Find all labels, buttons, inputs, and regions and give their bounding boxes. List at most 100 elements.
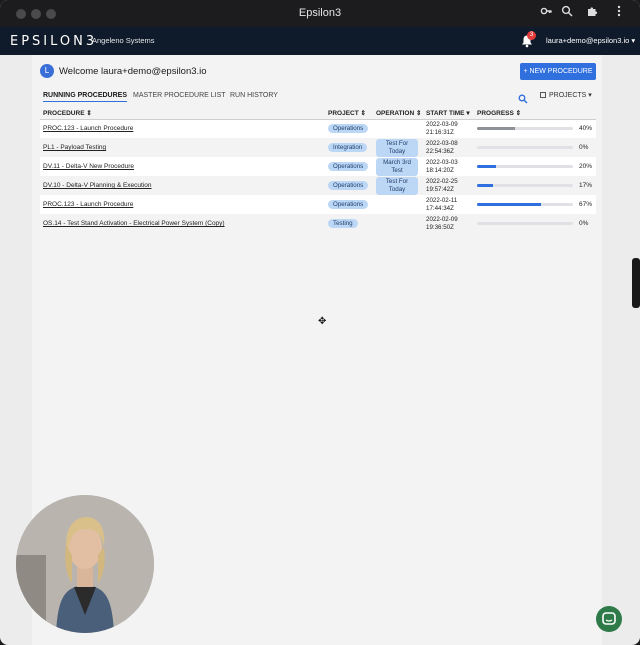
- table-row[interactable]: DV.10 - Delta-V Planning & Execution Ope…: [40, 176, 596, 195]
- project-cell: Operations: [325, 157, 373, 176]
- operation-cell: March 3rd Test: [373, 157, 423, 176]
- start-date: 2022-03-09: [426, 120, 458, 128]
- start-time: 21:16:31Z: [426, 128, 454, 136]
- extensions-puzzle-icon[interactable]: [584, 5, 600, 21]
- progress-cell: 20%: [474, 157, 596, 176]
- project-badge[interactable]: Operations: [328, 124, 369, 134]
- new-procedure-button[interactable]: + NEW PROCEDURE: [520, 63, 596, 80]
- procedure-cell: OS.14 - Test Stand Activation - Electric…: [40, 214, 325, 233]
- project-badge[interactable]: Testing: [328, 219, 358, 228]
- app-logo[interactable]: EPSILON3: [10, 34, 97, 49]
- search-icon[interactable]: [559, 5, 575, 21]
- organization-name: Angeleno Systems: [92, 36, 155, 45]
- progress-bar-fill: [477, 164, 497, 168]
- welcome-message: Welcome laura+demo@epsilon3.io: [59, 66, 207, 77]
- project-badge[interactable]: Integration: [328, 143, 368, 152]
- progress-bar: [477, 164, 573, 168]
- running-procedures-table: PROCEDURE ⇕ PROJECT ⇕ OPERATION ⇕ START …: [40, 107, 596, 233]
- column-header-start-time[interactable]: START TIME ▾: [423, 107, 474, 120]
- start-time-cell: 2022-03-03 18:14:20Z: [423, 157, 474, 176]
- start-date: 2022-02-25: [426, 177, 458, 185]
- column-header-progress[interactable]: PROGRESS ⇕: [474, 107, 596, 120]
- project-badge[interactable]: Operations: [328, 162, 369, 171]
- start-time: 18:14:20Z: [426, 166, 454, 174]
- project-badge[interactable]: Operations: [328, 181, 369, 190]
- scrollbar[interactable]: [632, 258, 640, 308]
- progress-bar: [477, 145, 573, 149]
- procedure-cell: PL1 - Payload Testing: [40, 138, 325, 157]
- procedure-cell: PROC.123 - Launch Procedure: [40, 195, 325, 214]
- progress-percent: 0%: [579, 143, 589, 151]
- table-body: PROC.123 - Launch Procedure Operations 2…: [40, 119, 596, 233]
- search-icon[interactable]: [518, 91, 528, 104]
- project-badge[interactable]: Operations: [328, 200, 369, 209]
- procedure-link[interactable]: PROC.123 - Launch Procedure: [43, 201, 133, 208]
- start-time: 19:36:50Z: [426, 223, 454, 231]
- procedure-cell: DV.10 - Delta-V Planning & Execution: [40, 176, 325, 195]
- table-row[interactable]: PROC.123 - Launch Procedure Operations 2…: [40, 195, 596, 214]
- start-date: 2022-02-09: [426, 215, 458, 223]
- progress-cell: 17%: [474, 176, 596, 195]
- progress-bar: [477, 202, 573, 206]
- table-row[interactable]: DV.11 - Delta-V New Procedure Operations…: [40, 157, 596, 176]
- chat-bubble-icon: [602, 612, 616, 625]
- procedure-link[interactable]: DV.11 - Delta-V New Procedure: [43, 163, 134, 170]
- operation-cell: Test For Today: [373, 176, 423, 195]
- column-header-operation[interactable]: OPERATION ⇕: [373, 107, 423, 120]
- start-time: 19:57:42Z: [426, 185, 454, 193]
- progress-cell: 67%: [474, 195, 596, 214]
- procedure-link[interactable]: DV.10 - Delta-V Planning & Execution: [43, 182, 152, 189]
- app-header: EPSILON3 Angeleno Systems 3 laura+demo@e…: [0, 27, 640, 55]
- start-time: 22:54:36Z: [426, 147, 454, 155]
- tab-running-procedures[interactable]: RUNNING PROCEDURES: [43, 92, 128, 102]
- progress-percent: 0%: [579, 219, 589, 227]
- table-row[interactable]: PROC.123 - Launch Procedure Operations 2…: [40, 119, 596, 138]
- projects-filter-label: PROJECTS ▾: [549, 92, 592, 99]
- progress-percent: 17%: [579, 181, 593, 189]
- procedure-cell: PROC.123 - Launch Procedure: [40, 119, 325, 138]
- start-date: 2022-03-03: [426, 158, 458, 166]
- start-time-cell: 2022-03-09 21:16:31Z: [423, 119, 474, 138]
- progress-percent: 67%: [579, 200, 593, 208]
- avatar: L: [40, 64, 54, 78]
- progress-bar-fill: [477, 202, 542, 206]
- column-header-procedure[interactable]: PROCEDURE ⇕: [40, 107, 325, 120]
- operation-badge[interactable]: Test For Today: [376, 176, 418, 195]
- tab-run-history[interactable]: RUN HISTORY: [230, 92, 278, 99]
- user-menu[interactable]: laura+demo@epsilon3.io ▾: [546, 36, 635, 45]
- table-row[interactable]: PL1 - Payload Testing Integration Test F…: [40, 138, 596, 157]
- start-time-cell: 2022-02-09 19:36:50Z: [423, 214, 474, 233]
- start-date: 2022-03-08: [426, 139, 458, 147]
- table-row[interactable]: OS.14 - Test Stand Activation - Electric…: [40, 214, 596, 233]
- procedure-link[interactable]: OS.14 - Test Stand Activation - Electric…: [43, 220, 225, 227]
- start-time: 17:44:34Z: [426, 204, 454, 212]
- procedure-link[interactable]: PL1 - Payload Testing: [43, 144, 106, 151]
- progress-percent: 20%: [579, 162, 593, 170]
- project-cell: Integration: [325, 138, 373, 157]
- operation-badge[interactable]: March 3rd Test: [376, 157, 418, 176]
- progress-bar-fill: [477, 127, 516, 131]
- progress-cell: 40%: [474, 119, 596, 138]
- tab-master-procedure-list[interactable]: MASTER PROCEDURE LIST: [133, 92, 226, 99]
- project-cell: Operations: [325, 176, 373, 195]
- move-cursor-icon: ✥: [318, 316, 327, 327]
- progress-bar: [477, 127, 573, 131]
- start-time-cell: 2022-03-08 22:54:36Z: [423, 138, 474, 157]
- procedure-link[interactable]: PROC.123 - Launch Procedure: [43, 125, 133, 132]
- notifications-count-badge: 3: [527, 31, 536, 40]
- column-header-project[interactable]: PROJECT ⇕: [325, 107, 373, 120]
- progress-cell: 0%: [474, 214, 596, 233]
- operation-badge[interactable]: Test For Today: [376, 138, 418, 157]
- start-time-cell: 2022-02-25 19:57:42Z: [423, 176, 474, 195]
- projects-filter[interactable]: PROJECTS ▾: [540, 91, 592, 99]
- key-icon[interactable]: [538, 5, 554, 21]
- operation-cell: Test For Today: [373, 138, 423, 157]
- progress-bar: [477, 183, 573, 187]
- browser-window: Epsilon3 EPSILON3 Angeleno Systems 3 lau…: [0, 0, 640, 645]
- progress-cell: 0%: [474, 138, 596, 157]
- chat-launcher-button[interactable]: [596, 606, 622, 632]
- progress-percent: 40%: [579, 125, 593, 133]
- more-menu-icon[interactable]: [611, 5, 627, 21]
- progress-bar-fill: [477, 183, 494, 187]
- projects-checkbox-icon[interactable]: [540, 92, 546, 98]
